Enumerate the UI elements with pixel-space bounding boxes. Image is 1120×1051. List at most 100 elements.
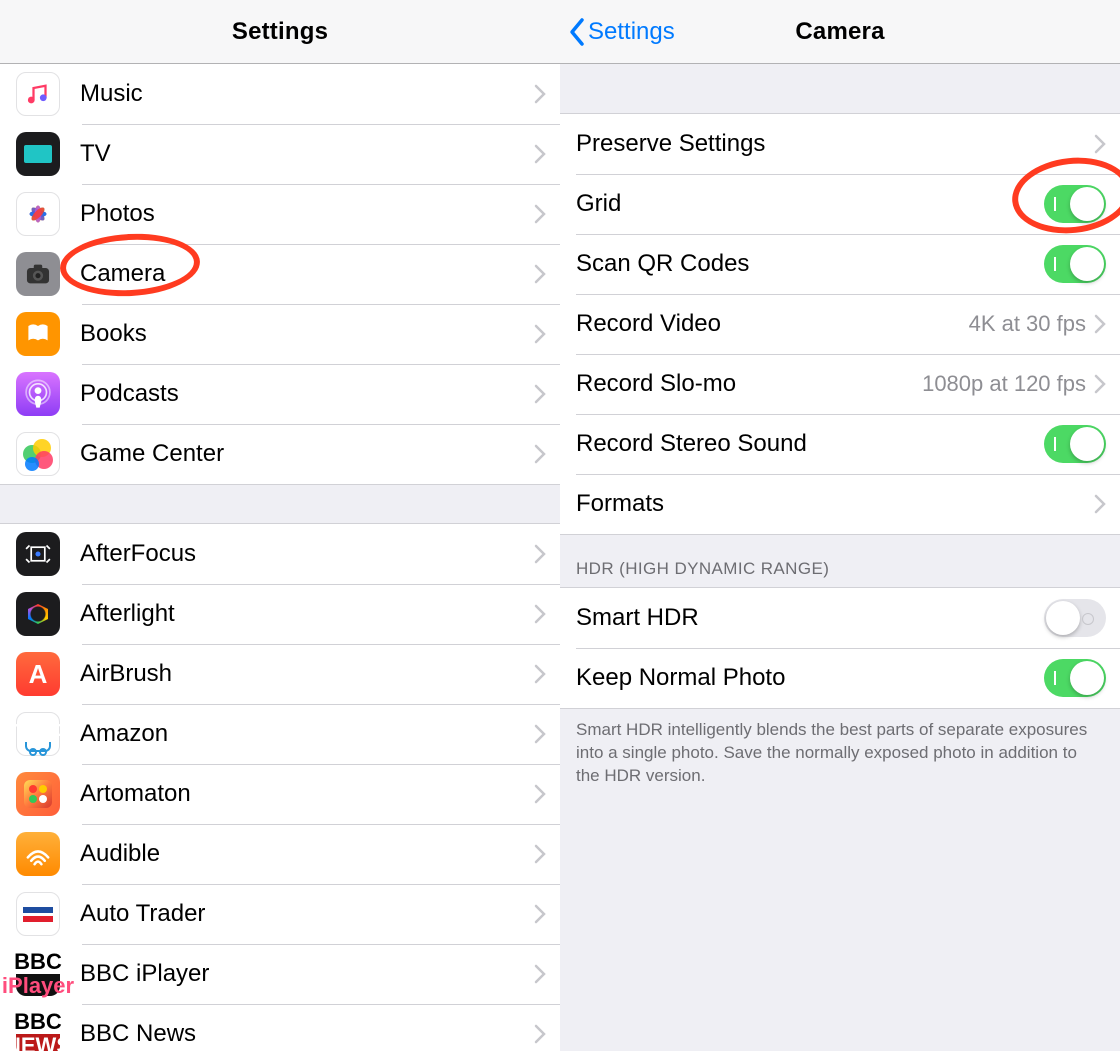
row-label: Record Stereo Sound [576, 430, 1044, 458]
books-icon [16, 312, 60, 356]
settings-row-camera[interactable]: Camera [0, 244, 560, 304]
row-label: Afterlight [80, 600, 534, 628]
chevron-right-icon [534, 664, 546, 684]
auto-trader-icon [16, 892, 60, 936]
settings-row-audible[interactable]: Audible [0, 824, 560, 884]
chevron-right-icon [534, 724, 546, 744]
row-label: Record Video [576, 310, 969, 338]
chevron-right-icon [534, 904, 546, 924]
row-label: Preserve Settings [576, 130, 1094, 158]
settings-row-tv[interactable]: TV [0, 124, 560, 184]
row-grid: Grid [560, 174, 1120, 234]
chevron-right-icon [534, 204, 546, 224]
row-label: Keep Normal Photo [576, 664, 1044, 692]
row-label: Amazon [80, 720, 534, 748]
chevron-right-icon [534, 844, 546, 864]
chevron-right-icon [1094, 134, 1106, 154]
row-value: 4K at 30 fps [969, 311, 1086, 337]
row-label: Grid [576, 190, 1044, 218]
smart-hdr-toggle[interactable] [1044, 599, 1106, 637]
chevron-right-icon [534, 84, 546, 104]
keep-normal-toggle[interactable] [1044, 659, 1106, 697]
row-label: Game Center [80, 440, 534, 468]
bbc-iplayer-icon: BBCiPlayer [16, 952, 60, 996]
row-label: BBC iPlayer [80, 960, 534, 988]
row-label: Record Slo-mo [576, 370, 922, 398]
row-label: Books [80, 320, 534, 348]
podcasts-icon [16, 372, 60, 416]
chevron-right-icon [1094, 374, 1106, 394]
settings-row-photos[interactable]: Photos [0, 184, 560, 244]
settings-row-afterlight[interactable]: Afterlight [0, 584, 560, 644]
row-keep-normal: Keep Normal Photo [560, 648, 1120, 708]
chevron-right-icon [1094, 494, 1106, 514]
airbrush-icon: A [16, 652, 60, 696]
row-preserve-settings[interactable]: Preserve Settings [560, 114, 1120, 174]
chevron-right-icon [534, 264, 546, 284]
settings-row-bbc-news[interactable]: BBCNEWS BBC News [0, 1004, 560, 1051]
camera-navbar: Settings Camera [560, 0, 1120, 64]
settings-row-music[interactable]: Music [0, 64, 560, 124]
settings-row-podcasts[interactable]: Podcasts [0, 364, 560, 424]
row-label: Photos [80, 200, 534, 228]
settings-row-afterfocus[interactable]: AfterFocus [0, 524, 560, 584]
hdr-section-footer: Smart HDR intelligently blends the best … [560, 708, 1120, 808]
settings-navbar: Settings [0, 0, 560, 64]
settings-row-artomaton[interactable]: Artomaton [0, 764, 560, 824]
chevron-right-icon [534, 784, 546, 804]
row-scan-qr: Scan QR Codes [560, 234, 1120, 294]
bbc-news-icon: BBCNEWS [16, 1012, 60, 1051]
chevron-right-icon [534, 544, 546, 564]
row-label: Auto Trader [80, 900, 534, 928]
hdr-section-header: HDR (HIGH DYNAMIC RANGE) [560, 534, 1120, 588]
back-label: Settings [588, 18, 675, 46]
settings-row-bbc-iplayer[interactable]: BBCiPlayer BBC iPlayer [0, 944, 560, 1004]
row-value: 1080p at 120 fps [922, 371, 1086, 397]
amazon-icon: amazon [16, 712, 60, 756]
settings-row-airbrush[interactable]: A AirBrush [0, 644, 560, 704]
row-label: Podcasts [80, 380, 534, 408]
row-stereo: Record Stereo Sound [560, 414, 1120, 474]
stereo-toggle[interactable] [1044, 425, 1106, 463]
tv-icon [16, 132, 60, 176]
music-icon [16, 72, 60, 116]
settings-row-books[interactable]: Books [0, 304, 560, 364]
photos-icon [16, 192, 60, 236]
chevron-right-icon [534, 604, 546, 624]
row-label: Smart HDR [576, 604, 1044, 632]
settings-title: Settings [232, 18, 328, 46]
afterlight-icon [16, 592, 60, 636]
row-label: BBC News [80, 1020, 534, 1048]
afterfocus-icon [16, 532, 60, 576]
row-label: AfterFocus [80, 540, 534, 568]
row-label: Formats [576, 490, 1094, 518]
grid-toggle[interactable] [1044, 185, 1106, 223]
chevron-right-icon [534, 964, 546, 984]
chevron-right-icon [534, 384, 546, 404]
row-label: AirBrush [80, 660, 534, 688]
back-button[interactable]: Settings [568, 0, 675, 63]
chevron-right-icon [534, 144, 546, 164]
chevron-right-icon [534, 444, 546, 464]
settings-row-game-center[interactable]: Game Center [0, 424, 560, 484]
chevron-right-icon [534, 324, 546, 344]
camera-settings-screen: Settings Camera Preserve Settings Grid S… [560, 0, 1120, 1051]
row-formats[interactable]: Formats [560, 474, 1120, 534]
row-label: TV [80, 140, 534, 168]
row-label: Scan QR Codes [576, 250, 1044, 278]
settings-row-amazon[interactable]: amazon Amazon [0, 704, 560, 764]
audible-icon [16, 832, 60, 876]
camera-icon [16, 252, 60, 296]
camera-title: Camera [795, 18, 884, 46]
row-record-video[interactable]: Record Video 4K at 30 fps [560, 294, 1120, 354]
row-smart-hdr: Smart HDR [560, 588, 1120, 648]
chevron-right-icon [534, 1024, 546, 1044]
qr-toggle[interactable] [1044, 245, 1106, 283]
row-label: Music [80, 80, 534, 108]
row-label: Camera [80, 260, 534, 288]
row-record-slomo[interactable]: Record Slo-mo 1080p at 120 fps [560, 354, 1120, 414]
settings-screen: Settings Music TV [0, 0, 560, 1051]
game-center-icon [16, 432, 60, 476]
settings-row-auto-trader[interactable]: Auto Trader [0, 884, 560, 944]
row-label: Artomaton [80, 780, 534, 808]
